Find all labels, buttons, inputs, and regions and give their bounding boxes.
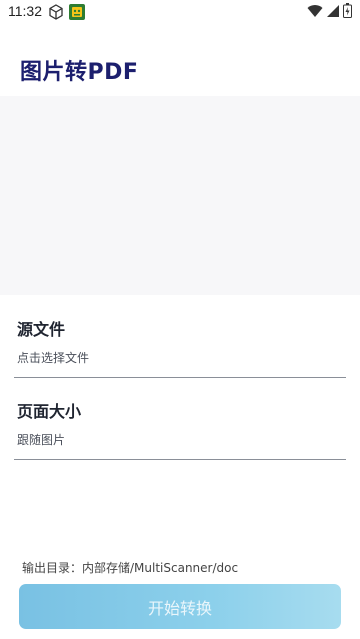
source-file-select[interactable]: 点击选择文件 xyxy=(17,349,89,366)
source-file-underline xyxy=(14,377,346,378)
output-directory-text: 输出目录：内部存储/MultiScanner/doc xyxy=(22,561,239,575)
page-size-label: 页面大小 xyxy=(17,402,82,421)
page-size-select[interactable]: 跟随图片 xyxy=(17,431,65,448)
page-size-underline xyxy=(14,459,346,460)
status-time: 11:32 xyxy=(8,3,42,19)
wifi-icon xyxy=(307,3,323,22)
battery-icon xyxy=(343,3,352,22)
page-title: 图片转PDF xyxy=(20,60,139,85)
start-convert-button[interactable]: 开始转换 xyxy=(19,584,341,629)
image-preview-area[interactable] xyxy=(0,96,360,295)
cube-icon xyxy=(48,4,64,20)
status-bar: 11:32 xyxy=(0,0,360,26)
app-notification-icon xyxy=(69,4,85,20)
signal-icon xyxy=(327,3,339,22)
source-file-label: 源文件 xyxy=(17,320,66,339)
